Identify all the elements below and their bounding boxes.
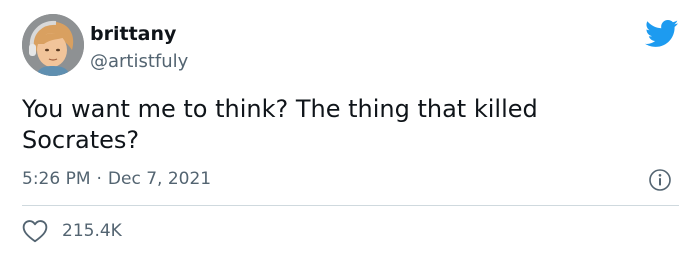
tweet-card: brittany @artistfuly You want me to thin… — [0, 0, 700, 257]
display-name[interactable]: brittany — [90, 22, 176, 46]
tweet-text: You want me to think? The thing that kil… — [22, 95, 538, 154]
divider — [22, 205, 679, 206]
tweet-time[interactable]: 5:26 PM — [22, 169, 91, 189]
twitter-bird-icon[interactable] — [645, 20, 679, 48]
avatar[interactable] — [22, 14, 84, 76]
info-icon[interactable] — [648, 168, 672, 192]
tweet-date[interactable]: Dec 7, 2021 — [108, 169, 211, 189]
meta-separator: · — [96, 169, 102, 189]
portrait-illustration-icon — [22, 14, 84, 76]
tweet-timestamp[interactable]: 5:26 PM · Dec 7, 2021 — [22, 168, 211, 190]
user-handle[interactable]: @artistfuly — [90, 50, 188, 74]
like-action[interactable]: 215.4K — [22, 218, 122, 244]
like-count: 215.4K — [62, 221, 122, 241]
heart-icon[interactable] — [22, 219, 48, 243]
